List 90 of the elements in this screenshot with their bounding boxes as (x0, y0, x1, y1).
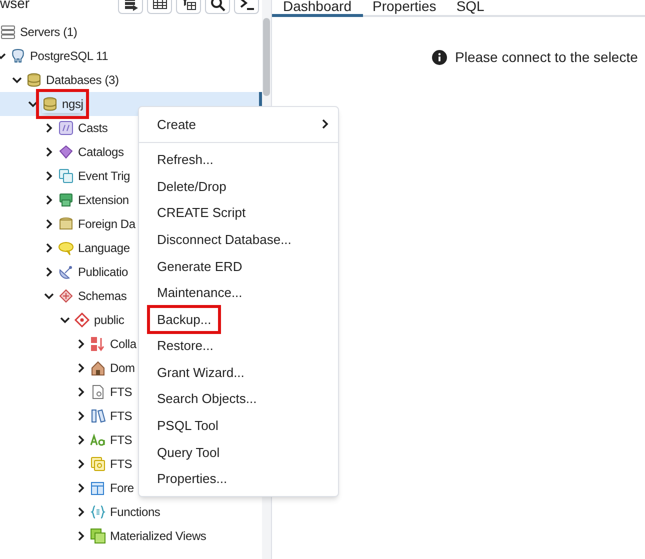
tree-item[interactable]: Schemas (78, 287, 127, 305)
scrollbar[interactable] (263, 18, 270, 96)
chevron-right-icon[interactable] (76, 507, 86, 517)
tab[interactable]: Dashboard (272, 0, 362, 17)
chevron-right-icon[interactable] (44, 123, 54, 133)
menu-item[interactable]: Backup... (147, 304, 222, 334)
chevron-right-icon[interactable] (76, 435, 86, 445)
tree-item[interactable]: public (94, 311, 124, 329)
braces-icon (90, 504, 106, 520)
tree-item[interactable]: Extension (78, 191, 129, 209)
chevron-right-icon[interactable] (44, 147, 54, 157)
tree-item[interactable]: FTS (110, 407, 132, 425)
table-icon (90, 480, 106, 496)
house-icon (90, 360, 106, 376)
chevron-down-icon[interactable] (12, 75, 22, 85)
tree-item[interactable]: Colla (110, 335, 136, 353)
chevron-right-icon[interactable] (44, 171, 54, 181)
info-message: Please connect to the selecte (455, 48, 638, 67)
menu-item[interactable]: Create (157, 114, 196, 134)
menu-item[interactable]: Restore... (157, 336, 214, 356)
menu-item[interactable]: Query Tool (157, 442, 220, 462)
tree-item[interactable]: Language (78, 239, 130, 257)
tree-item[interactable]: FTS (110, 383, 132, 401)
database-icon (26, 72, 42, 88)
menu-item[interactable]: Properties... (157, 469, 228, 489)
tree-item[interactable]: Servers (1) (20, 23, 78, 41)
trigger-icon (58, 168, 74, 184)
tree-item[interactable]: ngsj (62, 95, 84, 113)
menu-item[interactable]: Maintenance... (157, 283, 242, 303)
chevron-right-icon[interactable] (76, 459, 86, 469)
chevron-right-icon[interactable] (44, 219, 54, 229)
catalogs-icon (58, 144, 74, 160)
layers-icon (90, 528, 106, 544)
info-icon (432, 50, 447, 65)
menu-item[interactable]: Disconnect Database... (157, 230, 292, 250)
menu-item[interactable]: Generate ERD (157, 256, 242, 276)
tab[interactable]: SQL (446, 0, 494, 15)
chevron-right-icon[interactable] (44, 195, 54, 205)
sort-icon (90, 336, 106, 352)
menu-item[interactable]: Search Objects... (157, 389, 257, 409)
tree-item[interactable]: Casts (78, 119, 108, 137)
tree-item[interactable]: FTS (110, 455, 132, 473)
satellite-dish-icon (58, 264, 74, 280)
chevron-right-icon[interactable] (76, 387, 86, 397)
tree-item[interactable]: Materialized Views (110, 527, 206, 545)
database-icon (42, 96, 58, 112)
document-icon (90, 384, 106, 400)
tree-item[interactable]: Functions (110, 503, 160, 521)
search-button[interactable] (205, 0, 230, 14)
filter-grid-button[interactable] (176, 0, 201, 14)
tree-item[interactable]: Databases (3) (46, 71, 119, 89)
extension-icon (58, 192, 74, 208)
grid-button[interactable] (147, 0, 172, 14)
panel-title: wser (0, 0, 31, 9)
stack-icon (58, 216, 74, 232)
chevron-right-icon[interactable] (76, 411, 86, 421)
tree-item[interactable]: Foreign Da (78, 215, 136, 233)
books-icon (90, 408, 106, 424)
terminal-button[interactable] (234, 0, 259, 14)
chevron-down-icon[interactable] (44, 291, 54, 301)
tree-item[interactable]: Dom (110, 359, 135, 377)
tree-item[interactable]: FTS (110, 431, 132, 449)
tree-item[interactable]: Event Trig (78, 167, 130, 185)
chevron-right-icon[interactable] (76, 483, 86, 493)
magnifier-square-icon (90, 456, 106, 472)
chevron-right-icon[interactable] (76, 531, 86, 541)
chevron-right-icon[interactable] (76, 339, 86, 349)
menu-item[interactable]: CREATE Script (157, 203, 246, 223)
storage-button[interactable] (118, 0, 143, 14)
speech-bubble-icon (58, 240, 74, 256)
chevron-down-icon[interactable] (60, 315, 70, 325)
tab[interactable]: Properties (362, 0, 446, 15)
menu-item[interactable]: Grant Wizard... (157, 362, 244, 382)
letters-icon (90, 432, 106, 448)
menu-item[interactable]: Refresh... (157, 150, 214, 170)
schemas-icon (58, 288, 74, 304)
chevron-right-icon[interactable] (44, 243, 54, 253)
elephant-icon (10, 48, 26, 64)
chevron-right-icon[interactable] (76, 363, 86, 373)
tree-item[interactable]: Catalogs (78, 143, 124, 161)
tree-item[interactable]: Publicatio (78, 263, 128, 281)
tree-item[interactable]: PostgreSQL 11 (30, 47, 108, 65)
chevron-right-icon[interactable] (44, 267, 54, 277)
diamond-icon (74, 312, 90, 328)
menu-item[interactable]: Delete/Drop (157, 176, 226, 196)
tree-item[interactable]: Fore (110, 479, 134, 497)
chevron-down-icon[interactable] (28, 99, 38, 109)
servers-icon (0, 24, 16, 40)
menu-item[interactable]: PSQL Tool (157, 416, 218, 436)
casts-icon (58, 120, 74, 136)
